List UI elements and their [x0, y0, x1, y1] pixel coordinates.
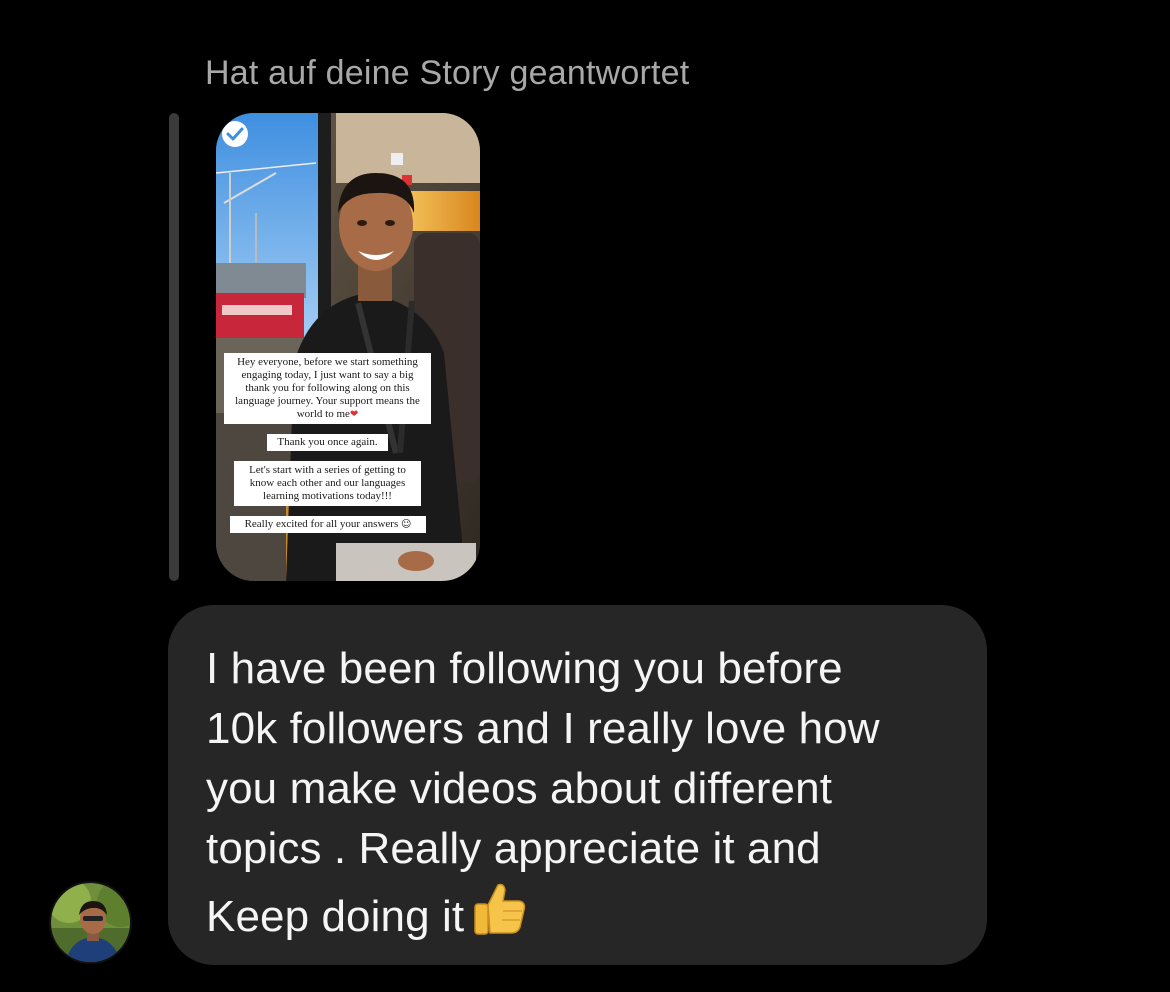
avatar-photo [51, 883, 130, 962]
story-caption-series: Let's start with a series of getting to … [234, 461, 421, 506]
message-line-last: Keep doing it [206, 879, 957, 947]
verified-badge-icon [222, 121, 248, 147]
story-caption-excited: Really excited for all your answers ☺ [230, 516, 426, 533]
message-line: you make videos about different [206, 764, 833, 813]
smiling-face-icon: ☺ [400, 519, 412, 530]
message-line: I have been following you before [206, 644, 843, 693]
reply-indicator-bar [169, 113, 179, 581]
message-line: topics . Really appreciate it and [206, 824, 821, 873]
story-photo [216, 113, 480, 581]
story-caption-intro: Hey everyone, before we start something … [224, 353, 431, 424]
story-caption-thanks: Thank you once again. [267, 434, 388, 451]
dm-thread: Hat auf deine Story geantwortet Hey ever… [0, 0, 1170, 992]
sender-avatar[interactable] [49, 881, 132, 964]
reply-context-label: Hat auf deine Story geantwortet [205, 54, 690, 92]
story-preview[interactable]: Hey everyone, before we start something … [216, 113, 480, 581]
heart-icon: ❤ [349, 408, 359, 420]
thumbs-up-icon [474, 883, 526, 935]
message-bubble[interactable]: I have been following you before 10k fol… [168, 605, 987, 965]
message-line: 10k followers and I really love how [206, 704, 880, 753]
message-text: I have been following you before 10k fol… [206, 639, 957, 947]
